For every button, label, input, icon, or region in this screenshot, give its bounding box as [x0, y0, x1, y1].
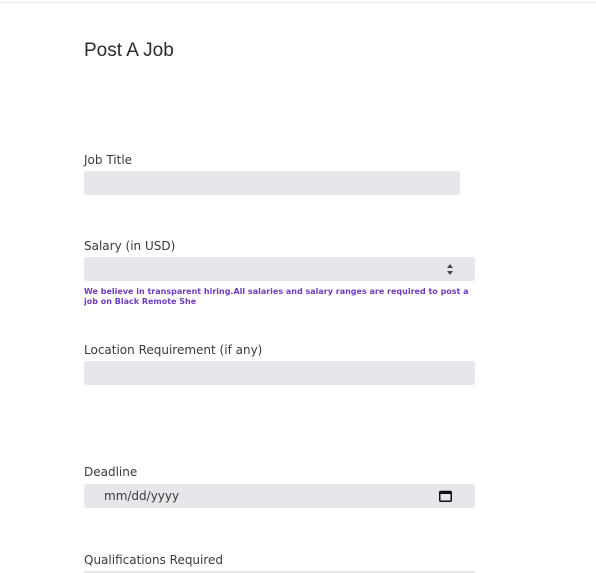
location-label: Location Requirement (if any) — [84, 343, 263, 357]
salary-transparency-note: We believe in transparent hiring.All sal… — [84, 287, 469, 306]
job-title-input[interactable] — [84, 171, 460, 195]
top-divider — [0, 2, 596, 3]
salary-label: Salary (in USD) — [84, 239, 176, 253]
location-input[interactable] — [84, 361, 475, 385]
page-title: Post A Job — [84, 40, 174, 61]
job-title-label: Job Title — [84, 153, 133, 167]
deadline-date-input[interactable]: mm/dd/yyyy — [84, 484, 475, 508]
deadline-label: Deadline — [84, 465, 138, 479]
number-spinner-icon[interactable] — [447, 264, 453, 275]
deadline-placeholder: mm/dd/yyyy — [104, 489, 180, 503]
qualifications-label: Qualifications Required — [84, 553, 224, 567]
salary-input[interactable] — [84, 257, 475, 281]
post-job-page: Post A Job Job Title Salary (in USD) We … — [0, 0, 596, 573]
calendar-icon[interactable] — [439, 490, 452, 502]
